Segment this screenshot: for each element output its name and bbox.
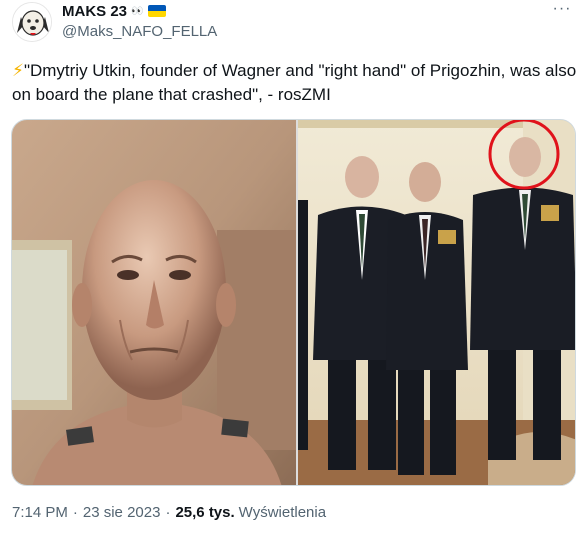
tweet-body: "Dmytriy Utkin, founder of Wagner and "r… (12, 61, 577, 104)
user-handle[interactable]: @Maks_NAFO_FELLA (62, 23, 217, 40)
avatar[interactable] (12, 2, 52, 42)
tweet-header: MAKS 23 👀 @Maks_NAFO_FELLA (62, 2, 217, 41)
eyes-emoji-icon: 👀 (131, 5, 145, 17)
tweet-meta: 7:14 PM · 23 sie 2023 · 25,6 tys. Wyświe… (12, 504, 326, 521)
views-count[interactable]: 25,6 tys. (175, 504, 234, 521)
group-of-men-in-suits-photo[interactable] (298, 120, 575, 485)
tweet-card: MAKS 23 👀 @Maks_NAFO_FELLA ··· ⚡"Dmytriy… (0, 0, 587, 538)
more-options-button[interactable]: ··· (551, 0, 573, 18)
ukraine-flag-icon (148, 5, 167, 17)
tweet-time[interactable]: 7:14 PM (12, 504, 68, 521)
bald-man-portrait-photo[interactable] (12, 120, 296, 485)
display-name[interactable]: MAKS 23 (62, 3, 127, 20)
lightning-bolt-icon: ⚡ (12, 61, 24, 80)
media-grid[interactable] (11, 119, 576, 486)
meta-separator: · (165, 504, 171, 521)
nafo-dog-avatar-icon (13, 3, 51, 41)
name-row: MAKS 23 👀 (62, 2, 217, 20)
views-label: Wyświetlenia (238, 504, 327, 521)
tweet-text: ⚡"Dmytriy Utkin, founder of Wagner and "… (12, 59, 577, 107)
meta-separator: · (72, 504, 78, 521)
tweet-date[interactable]: 23 sie 2023 (83, 504, 161, 521)
